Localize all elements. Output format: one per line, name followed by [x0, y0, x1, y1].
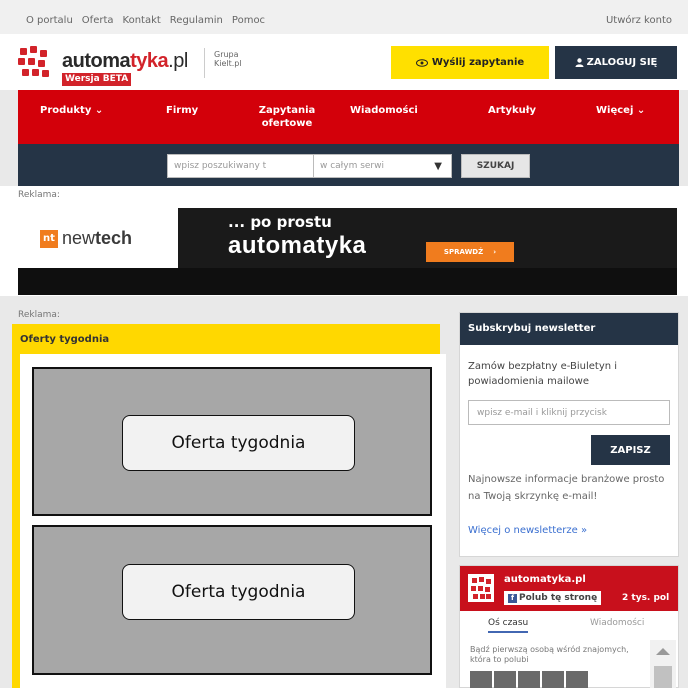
brand-name[interactable]: automatyka.pl — [62, 50, 188, 73]
header: automatyka.pl Wersja BETA Grupa Kielt.pl… — [0, 34, 688, 90]
banner-cta-button[interactable]: SPRAWDŹ › — [426, 242, 514, 262]
top-link-offer[interactable]: Oferta — [82, 15, 114, 26]
group-logo[interactable]: Grupa Kielt.pl — [214, 50, 242, 68]
banner-cta-label: SPRAWDŹ — [443, 248, 484, 256]
create-account-link[interactable]: Utwórz konto — [606, 15, 672, 26]
newtech-text-b: tech — [95, 228, 133, 248]
facebook-widget: automatyka.pl f Polub tę stronę 2 tys. p… — [459, 565, 679, 688]
newsletter-panel: Subskrybuj newsletter Zamów bezpłatny e-… — [459, 312, 679, 557]
weekly-offers-panel: Oferty tygodnia Oferta tygodnia Oferta t… — [12, 324, 446, 688]
nav-label-articles: Artykuły — [488, 105, 536, 116]
nav-item-more[interactable]: Więcej ⌄ — [596, 104, 645, 117]
brand-part-3: .pl — [168, 50, 188, 72]
ad-label: Reklama: — [18, 190, 60, 200]
brand-part-1: automa — [62, 50, 131, 72]
newsletter-info: Najnowsze informacje branżowe prosto na … — [468, 474, 665, 502]
newsletter-email-input[interactable]: wpisz e-mail i kliknij przycisk — [468, 400, 670, 425]
newtech-text-a: new — [62, 228, 96, 248]
avatar — [566, 671, 588, 688]
nav-label-more: Więcej — [596, 105, 634, 116]
friend-avatars — [470, 671, 588, 688]
top-link-contact[interactable]: Kontakt — [123, 15, 161, 26]
tab-messages[interactable]: Wiadomości — [590, 618, 644, 628]
banner-bottom-strip — [18, 268, 677, 295]
facebook-likes-count: 2 tys. pol — [622, 593, 670, 603]
ad-banner[interactable]: nt newtech ... po prostu automatyka SPRA… — [18, 208, 677, 295]
beta-badge: Wersja BETA — [62, 73, 132, 86]
top-links: O portalu Oferta Kontakt Regulamin Pomoc — [26, 15, 265, 26]
eye-icon — [415, 58, 428, 67]
newtech-logo-icon: nt — [40, 229, 58, 248]
nav-item-products[interactable]: Produkty ⌄ — [40, 104, 103, 117]
facebook-tabs: Oś czasu Wiadomości — [460, 614, 678, 636]
top-link-about[interactable]: O portalu — [26, 15, 73, 26]
scroll-thumb[interactable] — [654, 666, 672, 688]
newsletter-description: Zamów bezpłatny e-Biuletyn i powiadomien… — [468, 361, 618, 387]
logo-icon[interactable] — [18, 46, 50, 78]
scroll-up-icon[interactable] — [656, 648, 670, 655]
search-scope-value: w całym serwi — [320, 161, 384, 171]
nav-item-articles[interactable]: Artykuły — [488, 104, 536, 117]
avatar — [518, 671, 540, 688]
avatar — [494, 671, 516, 688]
offer-button[interactable]: Oferta tygodnia — [122, 564, 355, 620]
nav-label-news: Wiadomości — [350, 105, 418, 116]
group-line-2: Kielt.pl — [214, 59, 242, 68]
login-label: ZALOGUJ SIĘ — [586, 57, 658, 68]
dropdown-arrow-icon: ▼ — [434, 161, 442, 172]
search-scope-select[interactable]: w całym serwi ▼ — [313, 154, 452, 178]
newsletter-title: Subskrybuj newsletter — [460, 313, 678, 345]
facebook-scrollbar[interactable] — [650, 640, 676, 688]
top-bar: O portalu Oferta Kontakt Regulamin Pomoc… — [0, 0, 688, 34]
ad-area: Reklama: nt newtech ... po prostu automa… — [0, 186, 688, 296]
page-logo-icon[interactable] — [468, 574, 494, 602]
offer-card[interactable]: Oferta tygodnia — [32, 367, 432, 516]
weekly-offers-title: Oferty tygodnia — [20, 334, 110, 345]
facebook-like-label: Polub tę stronę — [519, 593, 598, 603]
banner-slogan-line-2: automatyka — [228, 232, 367, 259]
send-inquiry-button[interactable]: Wyślij zapytanie — [391, 46, 549, 79]
top-link-terms[interactable]: Regulamin — [170, 15, 223, 26]
send-inquiry-label: Wyślij zapytanie — [431, 57, 525, 68]
offer-button[interactable]: Oferta tygodnia — [122, 415, 355, 471]
newsletter-subscribe-button[interactable]: ZAPISZ — [591, 435, 670, 465]
banner-slogan-line-1: ... po prostu — [228, 213, 332, 231]
arrow-right-icon: › — [493, 248, 497, 256]
nav-label-inquiries: Zapytania ofertowe — [258, 105, 316, 129]
main-nav: Produkty ⌄ Firmy Zapytania ofertowe Wiad… — [18, 90, 679, 144]
tab-timeline[interactable]: Oś czasu — [488, 618, 529, 633]
avatar — [470, 671, 492, 688]
offer-card[interactable]: Oferta tygodnia — [32, 525, 432, 675]
chevron-down-icon: ⌄ — [94, 105, 104, 116]
nav-item-companies[interactable]: Firmy — [166, 104, 198, 117]
avatar — [542, 671, 564, 688]
newsletter-more-link[interactable]: Więcej o newsletterze » — [468, 525, 587, 536]
nav-item-inquiries[interactable]: Zapytania ofertowe — [256, 104, 318, 130]
facebook-page-name[interactable]: automatyka.pl — [504, 574, 586, 585]
nav-label-products: Produkty — [40, 105, 92, 116]
search-input[interactable]: wpisz poszukiwany t — [167, 154, 325, 178]
nav-item-news[interactable]: Wiadomości — [350, 104, 418, 117]
login-button[interactable]: ZALOGUJ SIĘ — [555, 46, 677, 79]
facebook-icon: f — [508, 593, 517, 603]
header-divider — [204, 48, 205, 78]
top-link-help[interactable]: Pomoc — [232, 15, 265, 26]
lower-ad-label: Reklama: — [18, 310, 60, 320]
brand-part-2: tyka — [130, 50, 169, 72]
search-button[interactable]: SZUKAJ — [461, 154, 530, 178]
newtech-logo: nt newtech — [40, 228, 132, 249]
user-icon — [575, 58, 584, 67]
search-bar: wpisz poszukiwany t w całym serwi ▼ SZUK… — [18, 144, 679, 186]
group-line-1: Grupa — [214, 50, 239, 59]
nav-label-companies: Firmy — [166, 105, 199, 116]
facebook-like-button[interactable]: f Polub tę stronę — [504, 591, 602, 605]
facebook-friends-text: Bądź pierwszą osobą wśród znajomych, któ… — [470, 645, 629, 664]
chevron-down-icon: ⌄ — [636, 105, 646, 116]
